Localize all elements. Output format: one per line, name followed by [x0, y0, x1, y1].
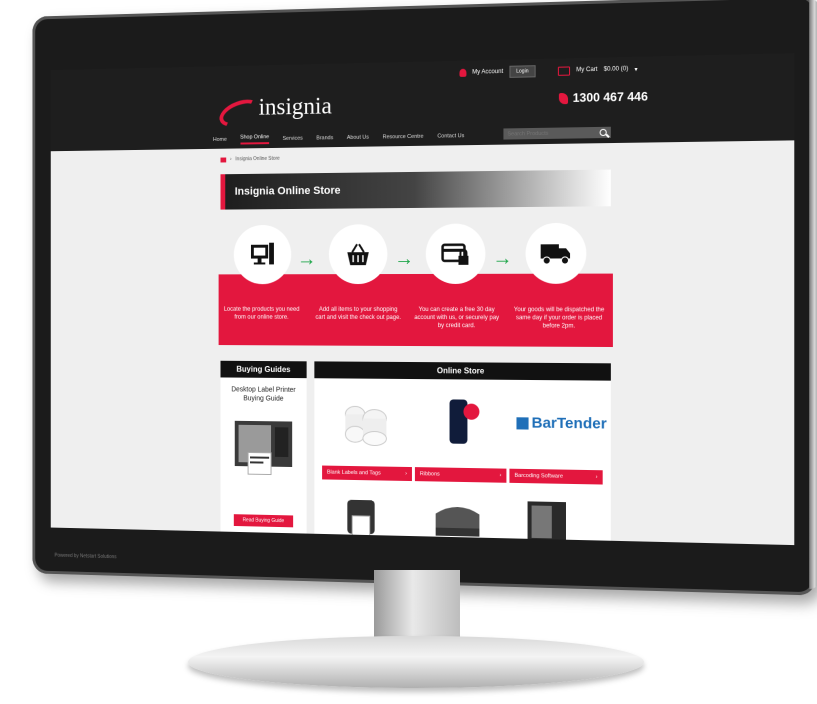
site-header: My Account Login My Cart $0.00 (0) ▾ ins… — [51, 53, 795, 151]
phone-text: 1300 467 446 — [573, 89, 648, 105]
category-label: Blank Labels and Tags — [327, 470, 381, 477]
top-bar: My Account Login My Cart $0.00 (0) ▾ — [459, 63, 637, 79]
swoosh-logo-icon — [217, 97, 255, 121]
mobile-printer-image — [343, 496, 378, 541]
breadcrumb-separator: › — [230, 156, 232, 162]
logo-text: insignia — [259, 94, 332, 122]
site-logo[interactable]: insignia — [217, 94, 332, 123]
nav-home[interactable]: Home — [213, 137, 227, 143]
read-buying-guide-button[interactable]: Read Buying Guide — [234, 514, 293, 527]
label-printer-image — [229, 413, 298, 483]
chevron-right-icon: › — [500, 473, 502, 479]
industrial-printer-image — [524, 497, 571, 545]
step-4-text: Your goods will be dispatched the same d… — [513, 306, 604, 331]
bartender-logo: BarTender — [516, 414, 606, 432]
cart-total: $0.00 (0) — [604, 66, 629, 73]
step-3-circle — [426, 223, 486, 284]
footer-credit: Powered by Netstart Solutions — [54, 553, 116, 560]
computer-cart-icon — [248, 240, 277, 270]
ribbon-image — [442, 393, 482, 450]
chevron-down-icon[interactable]: ▾ — [634, 65, 637, 72]
login-button[interactable]: Login — [509, 65, 535, 78]
product-grid: BarTender Blank Labels and Tags › Ribbons… — [314, 378, 611, 544]
online-store-panel: Online Store BarTender Blank Labels and … — [314, 361, 611, 540]
category-label: Ribbons — [420, 471, 440, 477]
label-rolls-image — [341, 396, 390, 446]
breadcrumb-current: Insignia Online Store — [235, 156, 279, 163]
cart-icon — [558, 66, 570, 75]
page-title-banner: Insignia Online Store — [221, 170, 611, 210]
guide-title: Desktop Label Printer Buying Guide — [221, 385, 307, 404]
arrow-right-icon: → — [394, 248, 414, 271]
search-box — [503, 127, 610, 140]
phone-number[interactable]: 1300 467 446 — [558, 89, 647, 105]
category-blank-labels[interactable]: Blank Labels and Tags › — [322, 466, 412, 482]
nav-resource-centre[interactable]: Resource Centre — [383, 134, 424, 141]
phone-icon — [558, 92, 567, 103]
nav-about[interactable]: About Us — [347, 135, 369, 141]
buying-guides-panel: Buying Guides Desktop Label Printer Buyi… — [221, 361, 307, 534]
arrow-right-icon: → — [492, 248, 512, 271]
monitor-frame: Powered by Netstart Solutions My Account… — [32, 0, 815, 596]
category-ribbons[interactable]: Ribbons › — [415, 467, 507, 483]
nav-services[interactable]: Services — [283, 136, 303, 142]
step-2-text: Add all items to your shopping cart and … — [314, 306, 402, 322]
home-icon[interactable] — [221, 157, 227, 162]
nav-contact[interactable]: Contact Us — [437, 133, 464, 139]
basket-icon — [343, 239, 372, 269]
step-4-circle — [526, 223, 587, 284]
credit-card-lock-icon — [441, 239, 471, 269]
step-3-text: You can create a free 30 day account wit… — [412, 306, 501, 330]
bartender-logo-text: BarTender — [532, 414, 607, 432]
arrow-right-icon: → — [297, 248, 316, 271]
nav-shop-online[interactable]: Shop Online — [240, 134, 269, 144]
category-label: Barcoding Software — [514, 473, 562, 480]
nav-brands[interactable]: Brands — [316, 135, 333, 141]
step-1-text: Locate the products you need from our on… — [219, 306, 305, 322]
page-title: Insignia Online Store — [235, 185, 341, 198]
account-icon — [459, 69, 466, 77]
step-2-circle — [329, 224, 388, 284]
step-1-circle — [234, 225, 291, 284]
monitor-edge — [809, 0, 817, 589]
breadcrumb: › Insignia Online Store — [221, 156, 280, 163]
desktop-printer-image — [432, 499, 484, 540]
chevron-right-icon: › — [405, 471, 407, 477]
my-cart-link[interactable]: My Cart — [576, 67, 597, 74]
monitor-stand-base — [188, 636, 644, 688]
search-icon[interactable] — [600, 129, 607, 136]
main-nav: Home Shop Online Services Brands About U… — [213, 131, 464, 145]
chevron-right-icon: › — [596, 474, 598, 480]
website-screen: My Account Login My Cart $0.00 (0) ▾ ins… — [51, 53, 795, 545]
buying-guides-heading: Buying Guides — [221, 361, 307, 378]
category-barcoding-software[interactable]: Barcoding Software › — [509, 469, 602, 485]
delivery-truck-icon — [539, 238, 573, 269]
my-account-link[interactable]: My Account — [472, 69, 503, 76]
search-input[interactable] — [507, 130, 588, 137]
